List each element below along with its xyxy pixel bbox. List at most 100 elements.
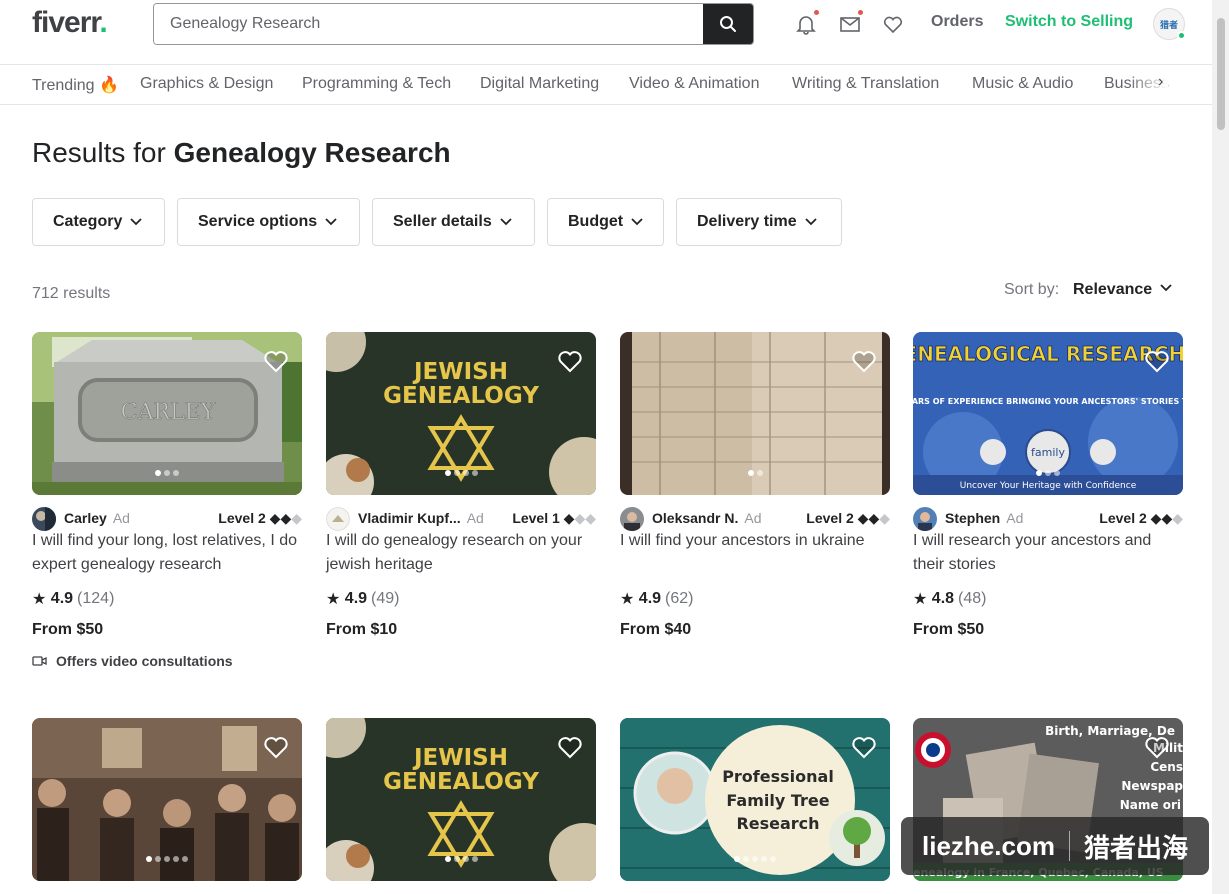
star-icon: ★ bbox=[913, 591, 928, 608]
chevron-down-icon bbox=[631, 218, 643, 226]
category-video-animation[interactable]: Video & Animation bbox=[629, 75, 759, 93]
gig-rating: ★ 4.9 (124) bbox=[32, 590, 115, 608]
switch-to-selling-link[interactable]: Switch to Selling bbox=[1005, 13, 1133, 31]
gig-card[interactable]: Professional Family Tree Research bbox=[620, 718, 890, 881]
carousel-dots[interactable] bbox=[620, 856, 890, 862]
gig-price[interactable]: From $10 bbox=[326, 621, 397, 639]
seller-info: Vladimir Kupf... Ad Level 1 ◆◆◆ bbox=[326, 507, 596, 531]
heart-icon[interactable] bbox=[263, 735, 289, 759]
seller-name[interactable]: Vladimir Kupf... bbox=[358, 510, 461, 526]
chevron-right-icon[interactable]: › bbox=[1158, 73, 1163, 91]
gig-title[interactable]: I will research your ancestors and their… bbox=[913, 529, 1183, 577]
user-avatar[interactable]: 猎者 bbox=[1153, 8, 1186, 40]
heart-icon[interactable] bbox=[557, 349, 583, 373]
watermark-overlay: liezhe.com 猎者出海 bbox=[901, 817, 1209, 875]
filter-category[interactable]: Category bbox=[32, 198, 165, 246]
video-camera-icon bbox=[32, 656, 47, 666]
seller-level: Level 2 ◆◆◆ bbox=[218, 510, 302, 526]
avatar[interactable] bbox=[913, 507, 937, 531]
gig-price[interactable]: From $50 bbox=[913, 621, 984, 639]
search-icon bbox=[720, 16, 736, 32]
svg-text:Research: Research bbox=[736, 814, 819, 833]
chevron-down-icon[interactable] bbox=[1160, 284, 1172, 292]
seller-level: Level 2 ◆◆◆ bbox=[806, 510, 890, 526]
heart-icon[interactable] bbox=[263, 349, 289, 373]
heart-icon[interactable] bbox=[557, 735, 583, 759]
scrollbar[interactable] bbox=[1212, 0, 1229, 894]
heart-icon[interactable] bbox=[1144, 349, 1170, 373]
heart-icon[interactable] bbox=[851, 349, 877, 373]
seller-name[interactable]: Stephen bbox=[945, 510, 1000, 526]
star-icon: ★ bbox=[620, 591, 635, 608]
gig-card[interactable]: CARLEY Carley Ad Level 2 ◆◆◆ I will find … bbox=[32, 332, 302, 672]
seller-name[interactable]: Carley bbox=[64, 510, 107, 526]
star-icon: ★ bbox=[326, 591, 341, 608]
bell-icon bbox=[796, 16, 816, 35]
category-music-audio[interactable]: Music & Audio bbox=[972, 75, 1073, 93]
messages-button[interactable] bbox=[838, 10, 863, 36]
gig-image[interactable]: Professional Family Tree Research bbox=[620, 718, 890, 881]
category-trending[interactable]: Trending 🔥 bbox=[32, 75, 119, 95]
filter-budget[interactable]: Budget bbox=[547, 198, 664, 246]
search-input[interactable] bbox=[154, 4, 705, 44]
gig-price[interactable]: From $50 bbox=[32, 621, 103, 639]
carousel-dots[interactable] bbox=[913, 470, 1183, 476]
orders-link[interactable]: Orders bbox=[931, 13, 983, 31]
heart-icon[interactable] bbox=[851, 735, 877, 759]
carousel-dots[interactable] bbox=[620, 470, 890, 476]
carousel-dots[interactable] bbox=[326, 470, 596, 476]
filter-service-options[interactable]: Service options bbox=[177, 198, 360, 246]
avatar[interactable] bbox=[620, 507, 644, 531]
seller-name[interactable]: Oleksandr N. bbox=[652, 510, 738, 526]
category-digital-marketing[interactable]: Digital Marketing bbox=[480, 75, 599, 93]
gig-rating: ★ 4.9 (62) bbox=[620, 590, 694, 608]
carousel-dots[interactable] bbox=[326, 856, 596, 862]
svg-text:Cens: Cens bbox=[1150, 760, 1183, 774]
svg-text:GENEALOGY: GENEALOGY bbox=[383, 383, 539, 409]
gig-rating: ★ 4.9 (49) bbox=[326, 590, 400, 608]
gig-title[interactable]: I will find your long, lost relatives, I… bbox=[32, 529, 302, 577]
gig-card[interactable]: JEWISH GENEALOGY bbox=[326, 718, 596, 881]
seller-level: Level 1 ◆◆◆ bbox=[512, 510, 596, 526]
chevron-down-icon bbox=[500, 218, 512, 226]
category-graphics-design[interactable]: Graphics & Design bbox=[140, 75, 273, 93]
sort-label: Sort by: bbox=[1004, 281, 1060, 298]
gig-card[interactable]: JEWISH GENEALOGY Vladimir Kupf... Ad Leve… bbox=[326, 332, 596, 672]
gig-price[interactable]: From $40 bbox=[620, 621, 691, 639]
gig-image[interactable]: JEWISH GENEALOGY bbox=[326, 332, 596, 495]
gig-title[interactable]: I will do genealogy research on your jew… bbox=[326, 529, 596, 577]
category-nav: Trending 🔥 Graphics & Design Programming… bbox=[0, 64, 1212, 105]
carousel-dots[interactable] bbox=[32, 470, 302, 476]
avatar[interactable] bbox=[32, 507, 56, 531]
filter-delivery-time[interactable]: Delivery time bbox=[676, 198, 842, 246]
favorites-button[interactable] bbox=[881, 12, 905, 36]
gig-card[interactable]: EXPERT GENEALOGICAL RESEARCH SERVICES 25… bbox=[913, 332, 1183, 672]
fiverr-logo[interactable]: fiverr. bbox=[32, 6, 108, 40]
carousel-dots[interactable] bbox=[32, 856, 302, 862]
svg-text:CARLEY: CARLEY bbox=[121, 400, 216, 425]
category-writing-translation[interactable]: Writing & Translation bbox=[792, 75, 939, 93]
svg-text:Professional: Professional bbox=[722, 767, 834, 786]
gig-card[interactable]: Oleksandr N. Ad Level 2 ◆◆◆ I will find y… bbox=[620, 332, 890, 672]
gig-image[interactable] bbox=[620, 332, 890, 495]
notifications-button[interactable] bbox=[794, 10, 819, 36]
gig-image[interactable]: EXPERT GENEALOGICAL RESEARCH SERVICES 25… bbox=[913, 332, 1183, 495]
page-title: Results for Genealogy Research bbox=[32, 137, 451, 168]
sort-dropdown[interactable]: Relevance bbox=[1073, 281, 1152, 299]
search-button[interactable] bbox=[703, 4, 753, 44]
star-icon: ★ bbox=[32, 591, 47, 608]
svg-text:GENEALOGY: GENEALOGY bbox=[383, 769, 539, 795]
filter-seller-details[interactable]: Seller details bbox=[372, 198, 535, 246]
seller-info: Oleksandr N. Ad Level 2 ◆◆◆ bbox=[620, 507, 890, 531]
gig-image[interactable]: CARLEY bbox=[32, 332, 302, 495]
svg-text:Name ori: Name ori bbox=[1120, 798, 1181, 812]
avatar[interactable] bbox=[326, 507, 350, 531]
gig-rating: ★ 4.8 (48) bbox=[913, 590, 987, 608]
gig-image[interactable] bbox=[32, 718, 302, 881]
heart-icon[interactable] bbox=[1144, 735, 1170, 759]
video-consultation-badge: Offers video consultations bbox=[32, 653, 233, 669]
gig-card[interactable] bbox=[32, 718, 302, 881]
gig-image[interactable]: JEWISH GENEALOGY bbox=[326, 718, 596, 881]
gig-title[interactable]: I will find your ancestors in ukraine bbox=[620, 529, 890, 553]
category-programming-tech[interactable]: Programming & Tech bbox=[302, 75, 451, 93]
